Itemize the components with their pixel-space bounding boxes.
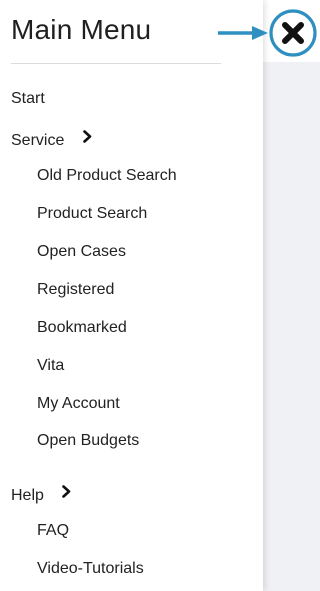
chevron-right-icon — [62, 484, 71, 504]
menu-item-service[interactable]: Service — [11, 129, 92, 151]
menu-item-label: Product Search — [37, 205, 148, 222]
arrow-right-icon — [218, 26, 268, 40]
app-viewport: Main Menu Start Service Old Product Sear… — [0, 0, 320, 591]
main-menu-drawer: Main Menu Start Service Old Product Sear… — [0, 0, 263, 591]
menu-item-label: Bookmarked — [37, 319, 127, 336]
close-x-icon[interactable] — [268, 8, 318, 58]
menu-item-product-search[interactable]: Product Search — [37, 204, 147, 224]
menu-item-label: Start — [11, 90, 45, 107]
menu-item-open-budgets[interactable]: Open Budgets — [37, 431, 139, 451]
menu-item-registered[interactable]: Registered — [37, 280, 114, 300]
menu-item-label: Help — [11, 487, 44, 505]
menu-item-vita[interactable]: Vita — [37, 356, 64, 376]
menu-item-label: Open Budgets — [37, 432, 140, 449]
menu-item-label: Open Cases — [37, 243, 126, 260]
menu-item-start[interactable]: Start — [11, 89, 45, 109]
menu-item-label: My Account — [37, 395, 120, 412]
menu-title: Main Menu — [11, 14, 152, 45]
menu-item-label: Service — [11, 132, 65, 150]
menu-item-label: Old Product Search — [37, 167, 177, 184]
menu-item-help[interactable]: Help — [11, 484, 71, 506]
menu-item-my-account[interactable]: My Account — [37, 394, 120, 414]
menu-item-label: Video-Tutorials — [37, 560, 144, 577]
menu-item-label: FAQ — [37, 522, 70, 539]
chevron-right-icon — [83, 129, 92, 149]
menu-item-open-cases[interactable]: Open Cases — [37, 242, 126, 262]
page-backdrop[interactable] — [263, 62, 320, 591]
menu-item-video-tutorials[interactable]: Video-Tutorials — [37, 559, 144, 579]
menu-item-label: Vita — [37, 357, 65, 374]
menu-item-bookmarked[interactable]: Bookmarked — [37, 318, 127, 338]
menu-item-label: Registered — [37, 281, 115, 298]
menu-item-faq[interactable]: FAQ — [37, 521, 69, 541]
menu-divider — [11, 63, 221, 64]
menu-item-old-product-search[interactable]: Old Product Search — [37, 166, 177, 186]
